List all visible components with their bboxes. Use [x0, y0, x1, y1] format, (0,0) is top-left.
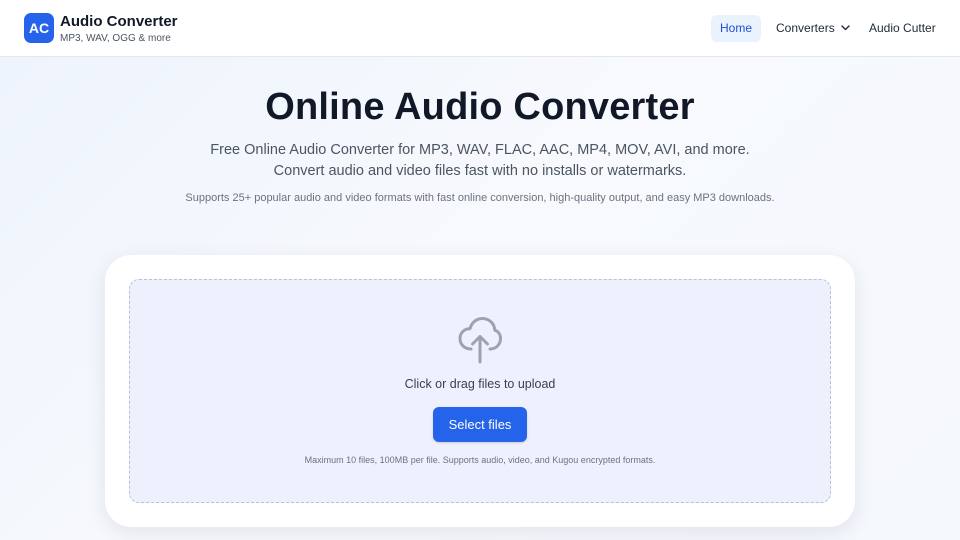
hero-subtitle: Supports 25+ popular audio and video for…: [185, 192, 775, 204]
nav-converters[interactable]: Converters: [767, 15, 859, 42]
brand-name[interactable]: Audio Converter: [60, 13, 178, 30]
logo-icon[interactable]: AC: [24, 13, 54, 43]
nav-converters-label: Converters: [776, 21, 835, 35]
upload-dropzone[interactable]: [129, 279, 831, 503]
chevron-down-icon: [841, 25, 850, 31]
nav-audio-cutter[interactable]: Audio Cutter: [860, 15, 945, 42]
upload-limits-text: Maximum 10 files, 100MB per file. Suppor…: [304, 455, 656, 465]
cloud-upload-icon: [458, 317, 502, 364]
site-header: AC Audio Converter MP3, WAV, OGG & more …: [0, 0, 960, 57]
select-files-button[interactable]: Select files: [433, 407, 527, 442]
hero-description: Free Online Audio Converter for MP3, WAV…: [210, 142, 750, 179]
brand-tagline: MP3, WAV, OGG & more: [60, 33, 171, 44]
upload-prompt: Click or drag files to upload: [404, 377, 556, 391]
nav-home[interactable]: Home: [711, 15, 762, 42]
page-title: Online Audio Converter: [265, 86, 695, 128]
